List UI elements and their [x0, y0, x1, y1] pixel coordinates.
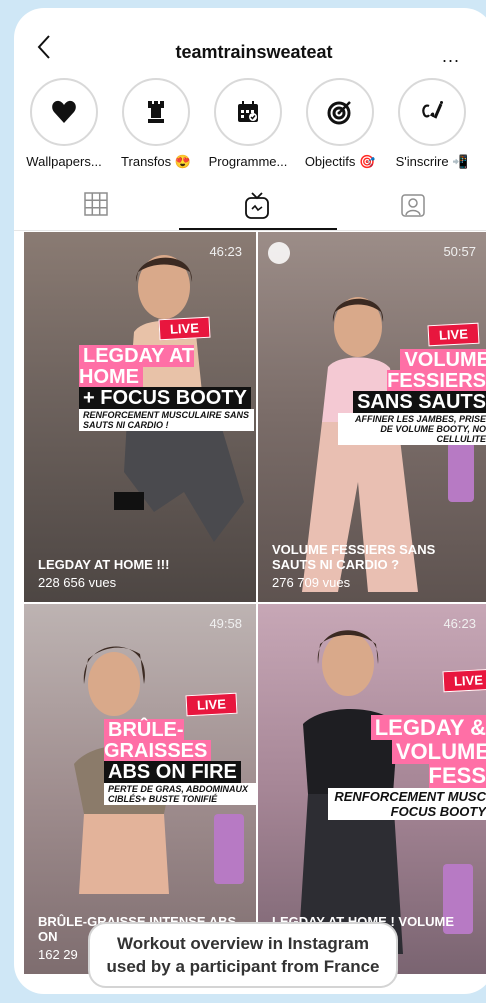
- video-duration: 49:58: [209, 616, 242, 631]
- more-options-icon[interactable]: ...: [442, 46, 460, 67]
- thumbnail-title-overlay: VOLUME FESSIERS SANS SAUTS AFFINER LES J…: [338, 349, 486, 447]
- video-tile[interactable]: LIVE LEGDAY AT HOME + FOCUS BOOTY RENFOR…: [24, 232, 256, 602]
- tv-icon[interactable]: [244, 192, 270, 220]
- watched-check-icon: [268, 242, 290, 264]
- highlight-objectifs[interactable]: Objectifs 🎯: [296, 78, 384, 170]
- video-tile[interactable]: LIVE VOLUME FESSIERS SANS SAUTS AFFINER …: [258, 232, 486, 602]
- thumbnail-title-overlay: LEGDAY & VOLUME FESS RENFORCEMENT MUSC F…: [328, 715, 486, 821]
- calendar-icon: [238, 101, 258, 122]
- video-views: 162 29: [38, 947, 78, 962]
- video-tile[interactable]: LIVE BRÛLE-GRAISSES ABS ON FIRE PERTE DE…: [24, 604, 256, 974]
- heart-icon: [52, 100, 76, 123]
- signature-icon: [422, 101, 443, 119]
- figure-caption-banner: Workout overview in Instagram used by a …: [88, 922, 398, 988]
- highlight-programme[interactable]: Programme...: [204, 78, 292, 169]
- selected-tab-indicator: [179, 228, 337, 230]
- tagged-person-icon[interactable]: [400, 192, 426, 218]
- live-badge: LIVE: [158, 316, 211, 341]
- chess-rook-icon: [148, 101, 164, 123]
- profile-username: teamtrainsweateat: [175, 42, 333, 62]
- thumbnail-title-overlay: LEGDAY AT HOME + FOCUS BOOTY RENFORCEMEN…: [79, 345, 254, 433]
- live-badge: LIVE: [427, 322, 480, 347]
- video-duration: 46:23: [209, 244, 242, 259]
- live-badge: LIVE: [442, 668, 486, 693]
- thumbnail-title-overlay: BRÛLE-GRAISSES ABS ON FIRE PERTE DE GRAS…: [104, 719, 256, 807]
- video-duration: 46:23: [443, 616, 476, 631]
- profile-header: teamtrainsweateat ...: [14, 8, 486, 66]
- target-icon: [327, 101, 351, 125]
- video-tile[interactable]: LIVE LEGDAY & VOLUME FESS RENFORCEMENT M…: [258, 604, 486, 974]
- phone-screen: teamtrainsweateat ... Wallpapers... Tran…: [14, 8, 486, 994]
- live-badge: LIVE: [185, 692, 238, 717]
- video-duration: 50:57: [443, 244, 476, 259]
- highlight-transfos[interactable]: Transfos 😍: [112, 78, 200, 170]
- highlight-wallpapers[interactable]: Wallpapers...: [20, 78, 108, 169]
- video-caption: VOLUME FESSIERS SANS SAUTS NI CARDIO ?: [272, 542, 436, 572]
- video-views: 228 656 vues: [38, 575, 117, 590]
- video-caption: LEGDAY AT HOME !!!: [38, 557, 170, 572]
- profile-tabs: [14, 180, 486, 231]
- video-views: 276 709 vues: [272, 575, 351, 590]
- grid-icon[interactable]: [84, 192, 108, 216]
- highlight-sinscrire[interactable]: S'inscrire 📲: [388, 78, 476, 170]
